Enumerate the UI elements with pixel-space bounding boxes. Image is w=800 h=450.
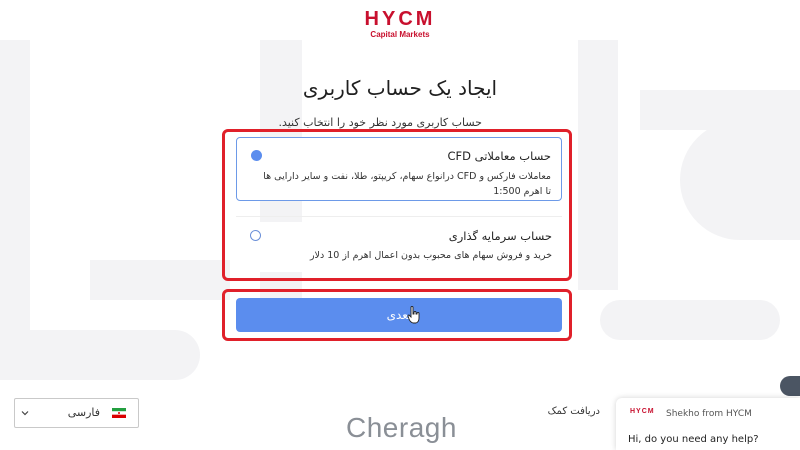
radio-selected-icon[interactable] <box>251 150 262 161</box>
background-shape <box>680 120 800 240</box>
background-shape <box>90 260 230 300</box>
chat-logo: HYCM <box>630 408 655 415</box>
account-title: حساب سرمایه گذاری <box>448 229 552 243</box>
hycm-logo: HYCM Capital Markets <box>0 8 800 40</box>
account-title: حساب معاملاتی CFD <box>447 149 551 163</box>
page-subtitle: حساب کاربری مورد نظر خود را انتخاب کنید. <box>278 116 482 129</box>
chat-toggle-button[interactable] <box>780 376 800 396</box>
page-title: ایجاد یک حساب کاربری <box>302 76 498 100</box>
next-button[interactable]: بعدی <box>236 298 562 332</box>
account-description: خرید و فروش سهام های محبوب بدون اعمال اه… <box>309 250 552 261</box>
account-description: معاملات فارکس و CFD درانواع سهام، کریپتو… <box>263 171 551 197</box>
logo-text: HYCM <box>364 8 436 30</box>
background-shape <box>0 330 200 380</box>
help-link[interactable]: دریافت کمک <box>540 406 600 417</box>
hand-cursor-icon <box>407 306 420 324</box>
account-option-cfd[interactable]: حساب معاملاتی CFD معاملات فارکس و CFD در… <box>236 137 562 201</box>
radio-unselected-icon[interactable] <box>250 230 261 241</box>
divider <box>236 216 562 217</box>
chat-message: Hi, do you need any help? <box>628 434 759 445</box>
chevron-down-icon <box>21 411 29 416</box>
chat-widget[interactable]: HYCM Shekho from HYCM Hi, do you need an… <box>616 398 800 450</box>
account-option-investment[interactable]: حساب سرمایه گذاری خرید و فروش سهام های م… <box>236 222 562 272</box>
background-shape <box>600 300 780 340</box>
chat-sender: Shekho from HYCM <box>666 409 752 419</box>
logo-subtext: Capital Markets <box>370 30 430 39</box>
language-selector[interactable]: فارسی <box>14 398 139 428</box>
watermark-logo: Cheragh <box>346 412 457 443</box>
language-label: فارسی <box>67 406 100 419</box>
iran-flag-icon <box>112 408 126 418</box>
